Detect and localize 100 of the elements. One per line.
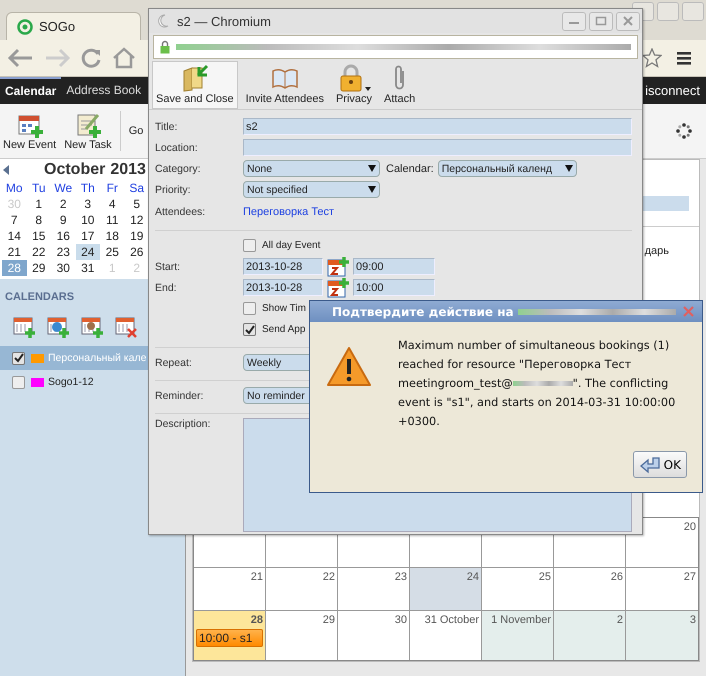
calendar-delete-icon[interactable] — [115, 316, 137, 338]
mini-calendar-day[interactable]: 3 — [76, 196, 100, 212]
weekday-label: Mo — [4, 181, 24, 196]
calendar-user-icon[interactable] — [81, 316, 103, 338]
mini-calendar-day[interactable]: 1 — [26, 196, 51, 212]
day-cell[interactable]: 24 — [410, 568, 482, 611]
mini-calendar-day[interactable]: 29 — [26, 260, 51, 276]
checkbox[interactable] — [12, 376, 25, 388]
day-cell[interactable]: 30 — [338, 611, 410, 660]
time-field[interactable]: 10:00 — [353, 279, 435, 296]
date-field[interactable]: 2013-10-28 — [243, 279, 323, 296]
browser-tab[interactable]: SOGo — [6, 12, 141, 40]
toolbar-button[interactable]: Invite Attendees — [242, 61, 328, 109]
maximize-button[interactable] — [589, 12, 613, 30]
checkbox[interactable] — [243, 302, 256, 315]
home-icon[interactable] — [112, 47, 136, 69]
day-number: 3 — [690, 614, 696, 626]
mini-calendar-day[interactable]: 25 — [100, 244, 124, 260]
input-field[interactable] — [243, 139, 632, 156]
checkbox-label: Send App — [262, 324, 306, 335]
input-field[interactable] — [643, 196, 689, 211]
day-cell[interactable]: 1 November — [482, 611, 554, 660]
year-title: 2013 — [110, 161, 146, 179]
mini-calendar-day[interactable]: 16 — [51, 228, 76, 244]
calendar-name: дарь — [644, 245, 669, 257]
mini-calendar-day[interactable]: 15 — [26, 228, 51, 244]
mini-calendar-day[interactable]: 8 — [26, 212, 51, 228]
mini-calendar-day[interactable]: 14 — [2, 228, 26, 244]
window-title: s2 — Chromium — [177, 14, 271, 28]
mini-calendar-day[interactable]: 30 — [51, 260, 76, 276]
day-cell[interactable]: 29 — [266, 611, 338, 660]
mini-calendar-day[interactable]: 21 — [2, 244, 26, 260]
mini-calendar-day[interactable]: 5 — [124, 196, 149, 212]
mini-calendar-day[interactable]: 17 — [76, 228, 100, 244]
toolbar-button[interactable]: Go — [128, 125, 144, 137]
day-number: 26 — [610, 571, 623, 583]
attendee-link[interactable]: Переговорка Тест — [243, 206, 334, 218]
checkbox[interactable] — [243, 323, 256, 336]
mini-calendar-day[interactable]: 23 — [51, 244, 76, 260]
close-button[interactable] — [682, 2, 704, 21]
mini-calendar-day[interactable]: 26 — [124, 244, 149, 260]
maximize-button[interactable] — [657, 2, 679, 21]
calendar-add-icon[interactable] — [327, 276, 349, 298]
dialog-message: Maximum number of simultaneous bookings (1) reached for resource "Переговорка Тест meetingroom_test@ ". The conflicting event is "s1", and starts on 2014-03-31 10:00:00 +0300. — [398, 338, 676, 430]
toolbar-button[interactable]: Attach — [380, 61, 420, 109]
event-chip[interactable]: 10:00 - s1 — [196, 629, 263, 647]
mini-calendar-day[interactable]: 10 — [76, 212, 100, 228]
previous-month-icon[interactable] — [3, 165, 9, 175]
close-button[interactable] — [616, 12, 640, 30]
day-number: 21 — [250, 571, 263, 583]
field-label: Attendees: — [155, 206, 206, 218]
disconnect-link[interactable]: isconnect — [645, 83, 706, 98]
reload-icon[interactable] — [80, 47, 102, 69]
day-cell[interactable]: 28 10:00 - s1 — [194, 611, 266, 660]
calendar-add-icon[interactable] — [327, 256, 349, 278]
toolbar-button[interactable]: New Event — [3, 111, 56, 151]
mini-calendar-day[interactable]: 19 — [124, 228, 149, 244]
date-field[interactable]: 2013-10-28 — [243, 258, 323, 275]
forward-icon[interactable] — [44, 47, 70, 69]
checkbox-label: All day Event — [262, 240, 320, 251]
dropdown[interactable]: Not specified — [243, 181, 380, 198]
calendar-globe-icon[interactable] — [47, 316, 69, 338]
back-icon[interactable] — [8, 47, 34, 69]
day-cell[interactable]: 3 — [626, 611, 698, 660]
toolbar-button[interactable]: New Task — [64, 111, 112, 151]
moon-icon — [157, 14, 169, 28]
time-field[interactable]: 09:00 — [353, 258, 435, 275]
input-field[interactable]: s2 — [243, 118, 632, 135]
mini-calendar-day[interactable]: 9 — [51, 212, 76, 228]
menu-icon[interactable] — [676, 50, 692, 66]
app-tab[interactable]: Address Book — [61, 77, 146, 104]
mini-calendar-day[interactable]: 12 — [124, 212, 149, 228]
mini-calendar-day[interactable]: 7 — [2, 212, 26, 228]
ok-button[interactable]: OK — [632, 451, 687, 478]
weekday-label: Fr — [106, 181, 119, 196]
minimize-button[interactable] — [562, 12, 586, 30]
mini-calendar-day[interactable]: 22 — [26, 244, 51, 260]
weekday-label: Th — [80, 181, 96, 196]
mini-calendar-day[interactable]: 18 — [100, 228, 124, 244]
caret-icon — [368, 165, 376, 172]
mini-calendar-day[interactable]: 2 — [51, 196, 76, 212]
dropdown[interactable]: Персональный календ — [438, 160, 577, 177]
mini-calendar-day[interactable]: 31 — [76, 260, 100, 276]
mini-calendar-day[interactable]: 24 — [76, 244, 100, 260]
toolbar-button[interactable]: Save and Close — [152, 61, 238, 109]
calendar-add-icon[interactable] — [13, 316, 35, 338]
dropdown[interactable]: None — [243, 160, 380, 177]
checkbox[interactable] — [12, 352, 25, 364]
day-cell[interactable]: 22 — [266, 568, 338, 611]
address-bar[interactable] — [153, 35, 638, 59]
toolbar-button[interactable]: Privacy — [332, 61, 376, 109]
star-icon[interactable] — [642, 48, 662, 68]
mini-calendar-day[interactable]: 4 — [100, 196, 124, 212]
day-cell[interactable]: 2 — [554, 611, 626, 660]
checkbox[interactable] — [243, 239, 256, 252]
mini-calendar-day[interactable]: 11 — [100, 212, 124, 228]
field-label: Description: — [155, 418, 212, 430]
day-number: 31 October — [424, 614, 479, 626]
warning-icon — [326, 346, 372, 388]
close-icon[interactable] — [683, 306, 694, 317]
